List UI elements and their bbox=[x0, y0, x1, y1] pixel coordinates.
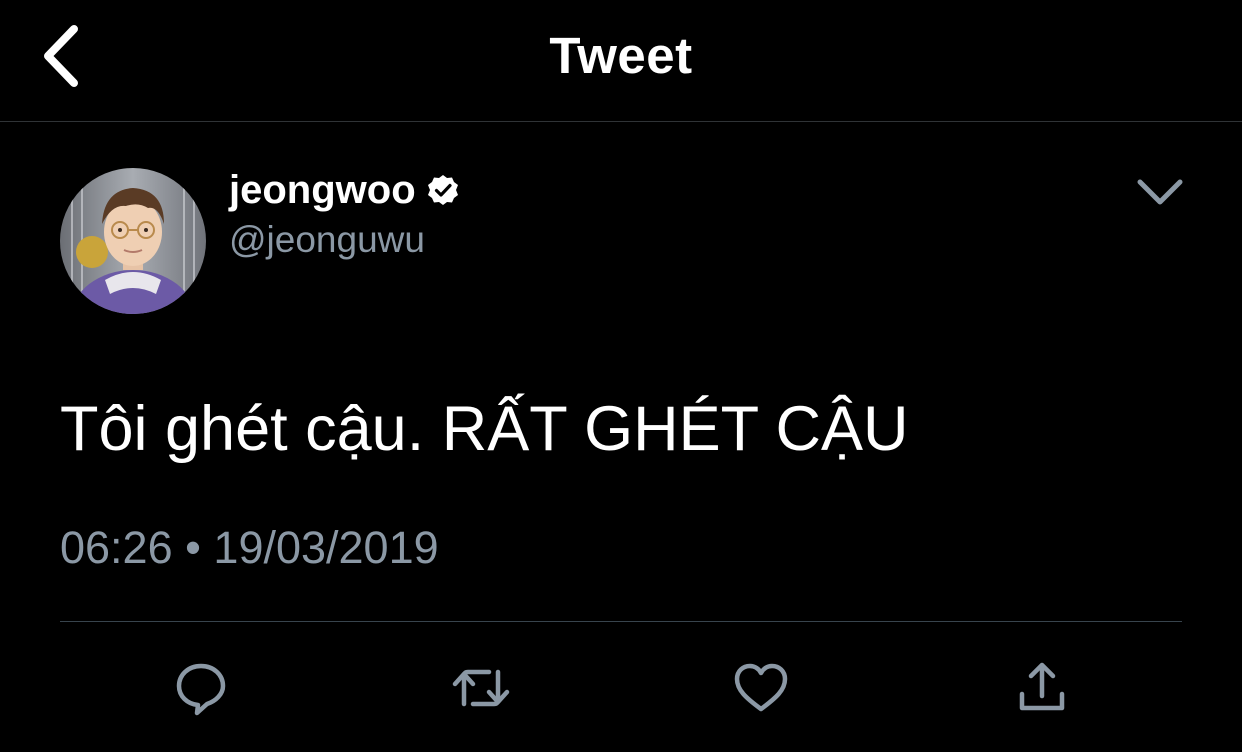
avatar[interactable] bbox=[60, 168, 206, 314]
meta-separator: • bbox=[185, 522, 201, 573]
more-options-button[interactable] bbox=[1132, 170, 1188, 214]
tweet-time: 06:26 bbox=[60, 522, 173, 573]
share-button[interactable] bbox=[1010, 656, 1074, 720]
tweet-timestamp: 06:26 • 19/03/2019 bbox=[60, 521, 439, 575]
heart-icon bbox=[734, 663, 788, 712]
top-bar: Tweet bbox=[0, 0, 1242, 122]
retweet-button[interactable] bbox=[449, 656, 513, 720]
verified-badge-icon bbox=[427, 175, 458, 205]
display-name: jeongwoo bbox=[229, 168, 416, 212]
profile-photo bbox=[60, 168, 206, 314]
chevron-down-icon bbox=[1137, 179, 1183, 205]
tweet-date: 19/03/2019 bbox=[213, 522, 439, 573]
page-title: Tweet bbox=[549, 27, 693, 84]
retweet-icon bbox=[452, 669, 510, 707]
author-name-row[interactable]: jeongwoo bbox=[229, 166, 460, 214]
divider bbox=[60, 621, 1182, 622]
like-button[interactable] bbox=[729, 656, 793, 720]
share-icon bbox=[1019, 662, 1065, 711]
comment-icon bbox=[176, 663, 226, 716]
tweet-text: Tôi ghét cậu. RẤT GHÉT CẬU bbox=[60, 394, 909, 464]
reply-button[interactable] bbox=[169, 656, 233, 720]
username-handle[interactable]: @jeonguwu bbox=[229, 218, 425, 262]
